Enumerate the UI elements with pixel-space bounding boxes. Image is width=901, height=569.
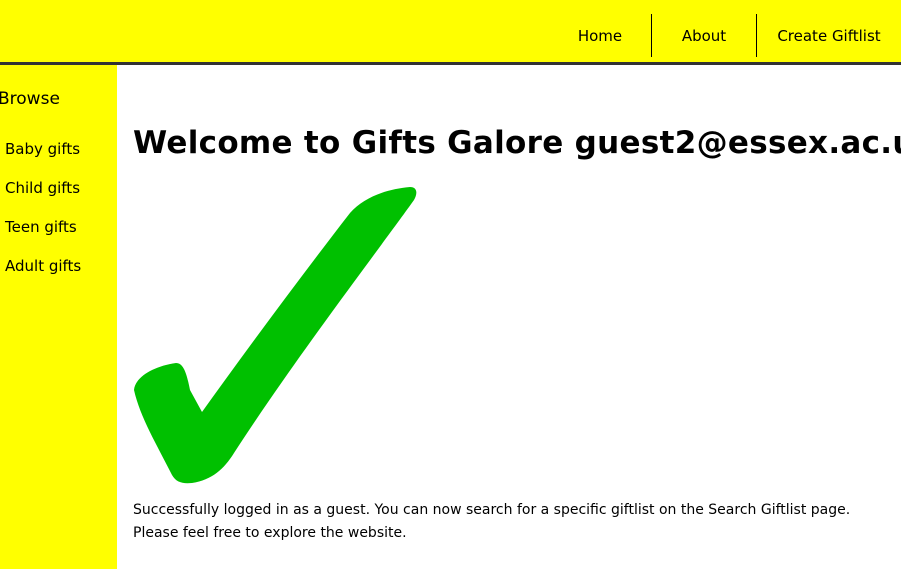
status-message: Successfully logged in as a guest. You c…: [133, 502, 851, 541]
sidebar-item-baby-gifts[interactable]: Baby gifts: [5, 140, 81, 179]
sidebar-item-adult-gifts[interactable]: Adult gifts: [5, 257, 81, 296]
header-bar: Home About Create Giftlist: [0, 0, 901, 65]
sidebar-item-teen-gifts[interactable]: Teen gifts: [5, 218, 81, 257]
sidebar-title: Browse: [0, 89, 60, 109]
sidebar: Browse Baby gifts Child gifts Teen gifts…: [0, 65, 117, 569]
nav-home-link[interactable]: Home: [549, 14, 651, 57]
main-nav: Home About Create Giftlist: [549, 14, 901, 57]
nav-create-giftlist-link[interactable]: Create Giftlist: [757, 14, 901, 57]
checkmark-shape: [134, 187, 417, 484]
checkmark-icon: [134, 187, 417, 484]
nav-about-link[interactable]: About: [652, 14, 756, 57]
page-title: Welcome to Gifts Galore guest2@essex.ac.…: [133, 125, 901, 161]
sidebar-item-child-gifts[interactable]: Child gifts: [5, 179, 81, 218]
sidebar-list: Baby gifts Child gifts Teen gifts Adult …: [5, 140, 81, 296]
